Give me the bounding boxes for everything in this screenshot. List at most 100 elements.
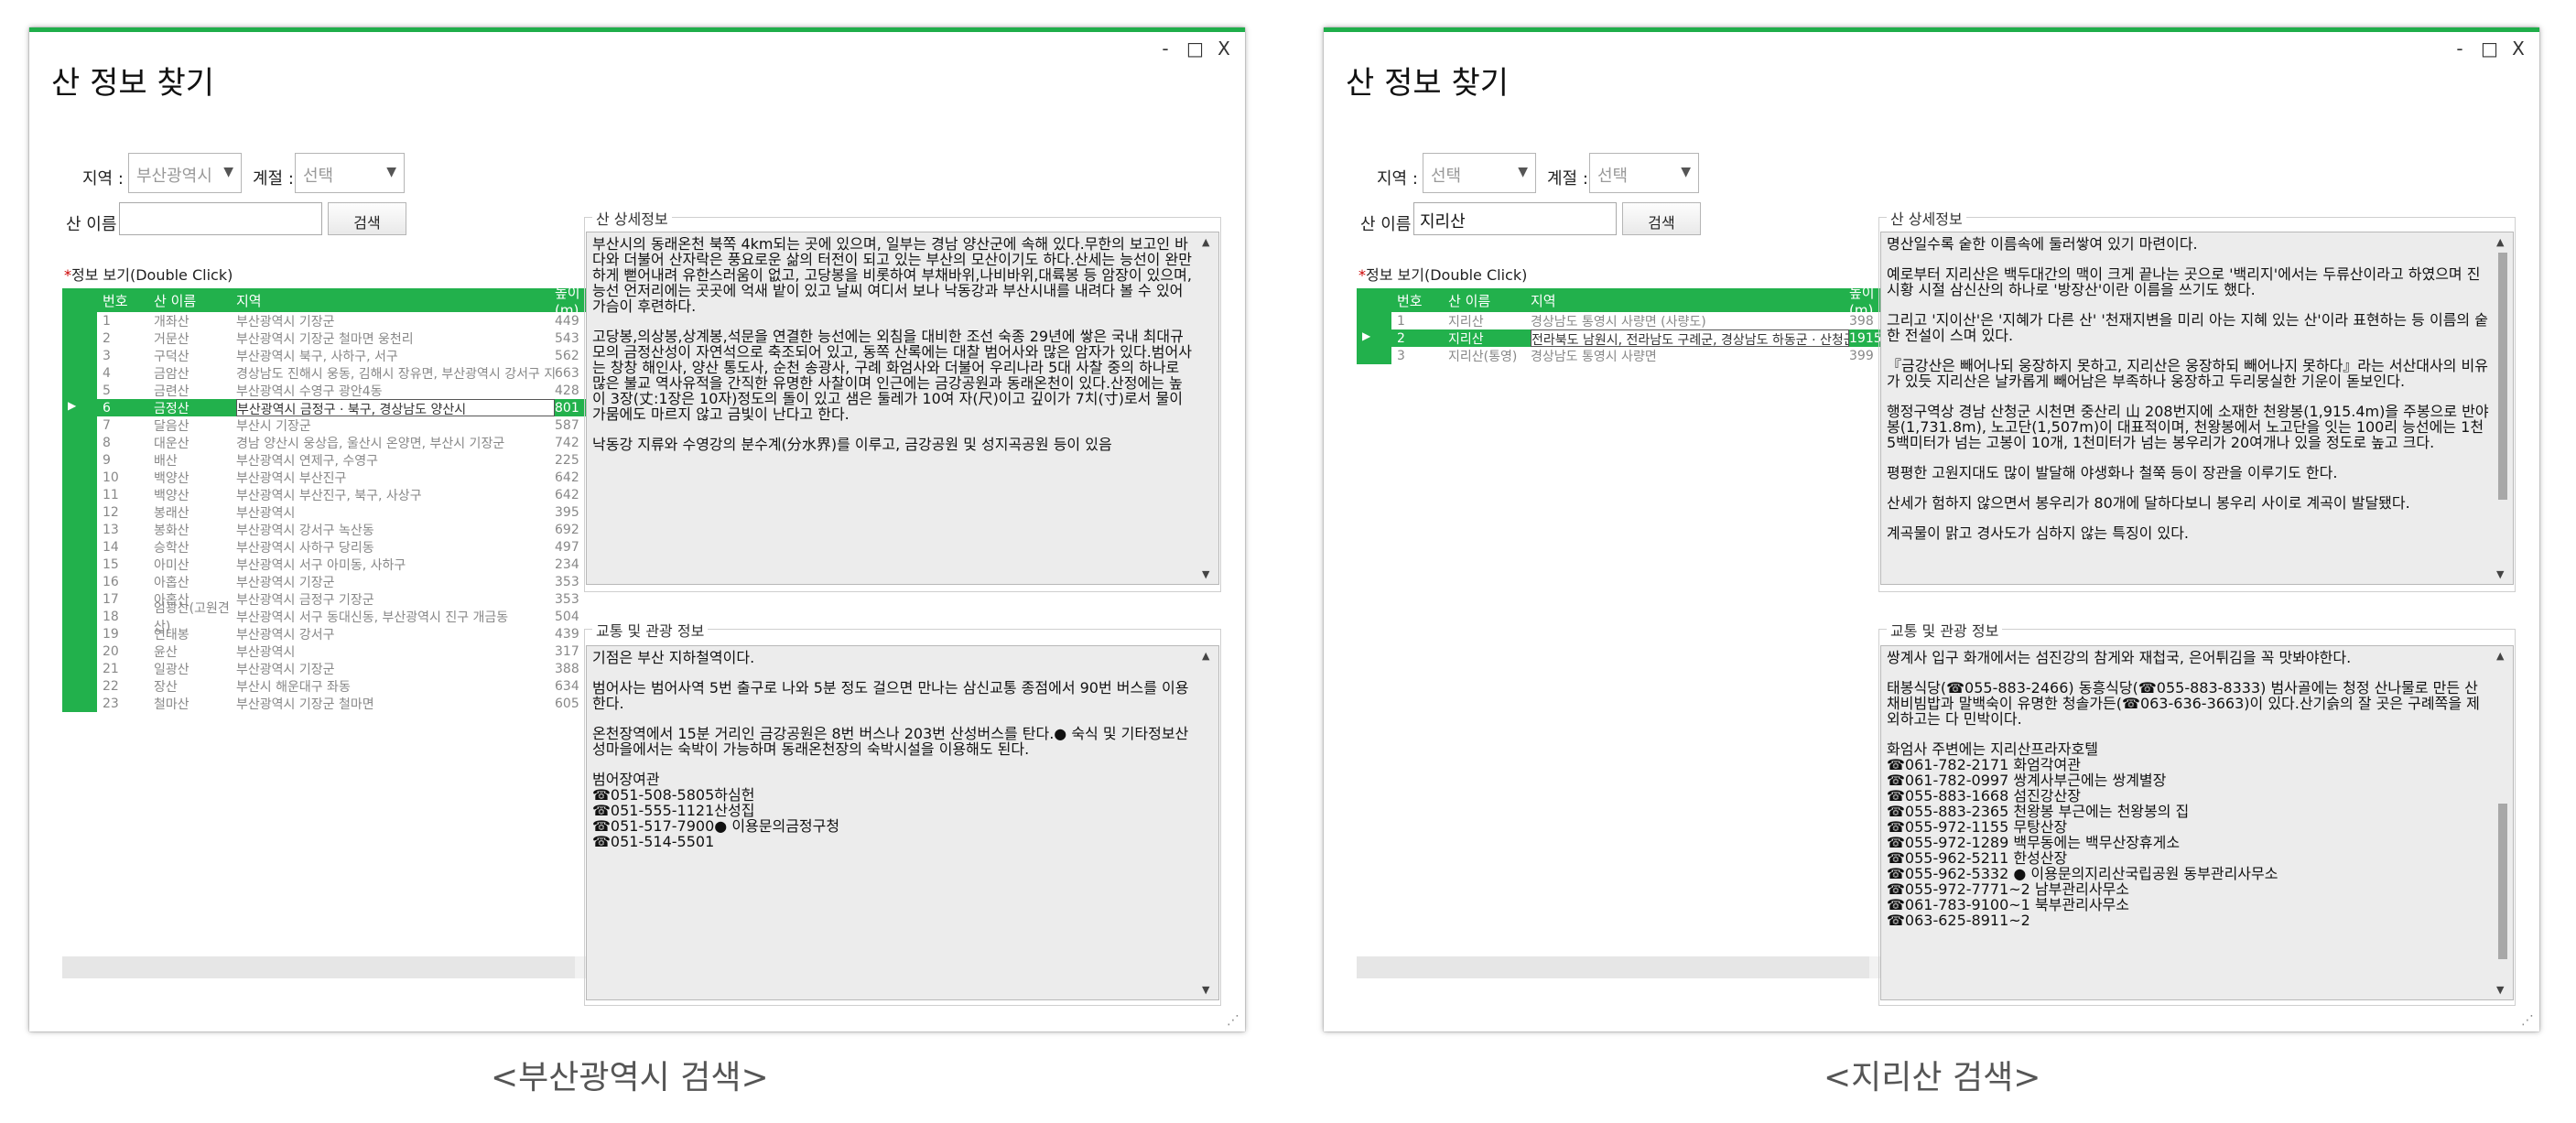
cell-name: 연태봉 [154,627,189,642]
cell-no: 7 [103,417,111,433]
detail-textbox[interactable]: 부산시의 동래온천 북쪽 4km되는 곳에 있으며, 일부는 경남 양산군에 속… [586,232,1219,585]
cell-location: 부산광역시 기장군 [236,662,335,677]
mountain-name-input[interactable] [119,202,322,235]
horizontal-scrollbar[interactable] [1357,956,1869,978]
cell-location: 부산시 해운대구 좌동 [236,679,351,695]
season-select[interactable]: 선택 ▼ [1589,153,1699,193]
table-row[interactable]: 5 금련산 부산광역시 수영구 광안4동 428 [62,382,602,399]
chevron-up-icon[interactable]: ▲ [2496,234,2504,250]
table-row[interactable]: ▶ 6 금정산 부산광역시 금정구 · 북구, 경상남도 양산시 801 [62,399,602,416]
cell-location: 경상남도 진해시 웅동, 김해시 장유면, 부산광역시 강서구 지사동 [236,366,555,382]
table-row[interactable]: 22 장산 부산시 해운대구 좌동 634 [62,677,602,695]
grid-header: 번호 산 이름 지역 높이(m) [1357,285,1897,319]
table-row[interactable]: 15 아미산 부산광역시 서구 아미동, 사하구 234 [62,556,602,573]
table-row[interactable]: 9 배산 부산광역시 연제구, 수영구 225 [62,451,602,469]
header-no[interactable]: 번호 [97,291,154,310]
cell-no: 3 [1397,348,1405,363]
region-select[interactable]: 선택 ▼ [1423,153,1536,193]
chevron-down-icon[interactable]: ▼ [2496,567,2504,582]
cell-location: 부산광역시 부산진구, 북구, 사상구 [236,488,422,503]
table-row[interactable]: 8 대운산 경남 양산시 웅상읍, 울산시 온양면, 부산시 기장군 742 [62,434,602,451]
table-row[interactable]: 2 거문산 부산광역시 기장군 철마면 웅천리 543 [62,329,602,347]
chevron-up-icon[interactable]: ▲ [1202,648,1209,664]
close-button[interactable]: X [2510,38,2527,59]
region-select[interactable]: 부산광역시 ▼ [128,153,242,193]
horizontal-scrollbar[interactable] [62,956,575,978]
grid-header: 번호 산 이름 지역 높이(m) [62,285,602,319]
table-row[interactable]: 21 일광산 부산광역시 기장군 388 [62,660,602,677]
chevron-down-icon[interactable]: ▼ [1202,982,1209,998]
row-header [62,556,97,573]
season-select-value: 선택 [1597,167,1629,186]
cell-name: 지리산(통영) [1448,349,1518,364]
cell-no: 5 [103,383,111,398]
header-name[interactable]: 산 이름 [154,291,236,310]
scroll-thumb[interactable] [2498,804,2507,959]
chevron-up-icon[interactable]: ▲ [2496,648,2504,664]
table-row[interactable]: ▶ 2 지리산 전라북도 남원시, 전라남도 구례군, 경상남도 하동군 · 산청군 … [1357,329,1897,347]
cell-name: 봉래산 [154,505,189,521]
table-row[interactable]: 4 금암산 경상남도 진해시 웅동, 김해시 장유면, 부산광역시 강서구 지사동 6… [62,364,602,382]
table-row[interactable]: 14 승학산 부산광역시 사하구 당리동 497 [62,538,602,556]
transport-textbox[interactable]: 쌍계사 입구 화개에서는 섬진강의 참게와 재첩국, 은어튀김을 꼭 맛봐야한다… [1880,645,2514,1000]
cell-location: 경남 양산시 웅상읍, 울산시 온양면, 부산시 기장군 [236,436,505,451]
chevron-up-icon[interactable]: ▲ [1202,234,1209,250]
window-title: 산 정보 찾기 [1346,65,1510,102]
table-row[interactable]: 23 철마산 부산광역시 기장군 철마면 605 [62,695,602,712]
row-header [62,660,97,677]
transport-paragraph: 범어사는 범어사역 5번 출구로 나와 5분 정도 걸으면 만나는 삼신교통 종… [592,679,1189,712]
table-row[interactable]: 11 백양산 부산광역시 부산진구, 북구, 사상구 642 [62,486,602,503]
detail-paragraph: 그리고 '지이산'은 '지혜가 다른 산' '천재지변을 미리 아는 지혜 있는… [1887,311,2488,344]
cell-no: 11 [103,487,119,502]
cell-name: 거문산 [154,331,189,347]
minimize-button[interactable]: - [1157,38,1174,59]
header-name[interactable]: 산 이름 [1448,291,1531,310]
table-row[interactable]: 3 지리산(통영) 경상남도 통영시 사량면 399 [1357,347,1897,364]
table-row[interactable]: 12 봉래산 부산광역시 395 [62,503,602,521]
season-select[interactable]: 선택 ▼ [295,153,405,193]
search-button[interactable]: 검색 [1622,202,1701,235]
search-button[interactable]: 검색 [328,202,406,235]
table-row[interactable]: 1 개좌산 부산광역시 기장군 449 [62,312,602,329]
cell-location: 경상남도 통영시 사량면 (사량도) [1531,314,1706,329]
table-row[interactable]: 13 봉화산 부산광역시 강서구 녹산동 692 [62,521,602,538]
minimize-button[interactable]: - [2452,38,2468,59]
header-location[interactable]: 지역 [1531,291,1849,310]
row-header [62,590,97,608]
table-row[interactable]: 17 아홉산 부산광역시 금정구 기장군 353 [62,590,602,608]
transport-textbox[interactable]: 기점은 부산 지하철역이다. 범어사는 범어사역 5번 출구로 나와 5분 정도… [586,645,1219,1000]
table-row[interactable]: 20 윤산 부산광역시 317 [62,642,602,660]
row-header [62,625,97,642]
header-no[interactable]: 번호 [1391,291,1448,310]
chevron-down-icon[interactable]: ▼ [2496,982,2504,998]
cell-no: 2 [1397,330,1405,346]
transport-paragraph: 기점은 부산 지하철역이다. [592,649,755,666]
chevron-down-icon[interactable]: ▼ [1202,567,1209,582]
table-row[interactable]: 16 아홉산 부산광역시 기장군 353 [62,573,602,590]
table-row[interactable]: 19 연태봉 부산광역시 강서구 439 [62,625,602,642]
vertical-scrollbar[interactable]: ▲ ▼ [2495,234,2511,582]
table-row[interactable]: 3 구덕산 부산광역시 북구, 사하구, 서구 562 [62,347,602,364]
cell-location: 부산광역시 기장군 철마면 [236,696,374,712]
table-row[interactable]: 18 엄광산(고원견산) 부산광역시 서구 동대신동, 부산광역시 진구 개금동 50… [62,601,602,634]
table-row[interactable]: 10 백양산 부산광역시 부산진구 642 [62,469,602,486]
region-select-value: 선택 [1431,167,1462,186]
season-select-value: 선택 [303,167,334,186]
header-location[interactable]: 지역 [236,291,555,310]
scroll-thumb[interactable] [2498,253,2507,500]
close-button[interactable]: X [1216,38,1232,59]
resize-grip-icon[interactable]: ⋰ [2521,1013,2534,1028]
cell-location: 부산광역시 기장군 철마면 웅천리 [236,331,414,347]
vertical-scrollbar[interactable]: ▲ ▼ [1200,648,1217,998]
maximize-button[interactable]: □ [1186,38,1204,59]
resize-grip-icon[interactable]: ⋰ [1227,1013,1239,1028]
cell-no: 17 [103,591,119,607]
detail-paragraph: 『금강산은 빼어나되 웅장하지 못하고, 지리산은 웅장하되 빼어나지 못하다』… [1887,357,2488,390]
maximize-button[interactable]: □ [2481,38,2498,59]
detail-textbox[interactable]: 명산일수록 숱한 이름속에 둘러쌓여 있기 마련이다. 예로부터 지리산은 백두… [1880,232,2514,585]
vertical-scrollbar[interactable]: ▲ ▼ [1200,234,1217,582]
mountain-name-input[interactable]: 지리산 [1413,202,1617,235]
table-row[interactable]: 7 달음산 부산시 기장군 587 [62,416,602,434]
table-row[interactable]: 1 지리산 경상남도 통영시 사량면 (사량도) 398 [1357,312,1897,329]
vertical-scrollbar[interactable]: ▲ ▼ [2495,648,2511,998]
